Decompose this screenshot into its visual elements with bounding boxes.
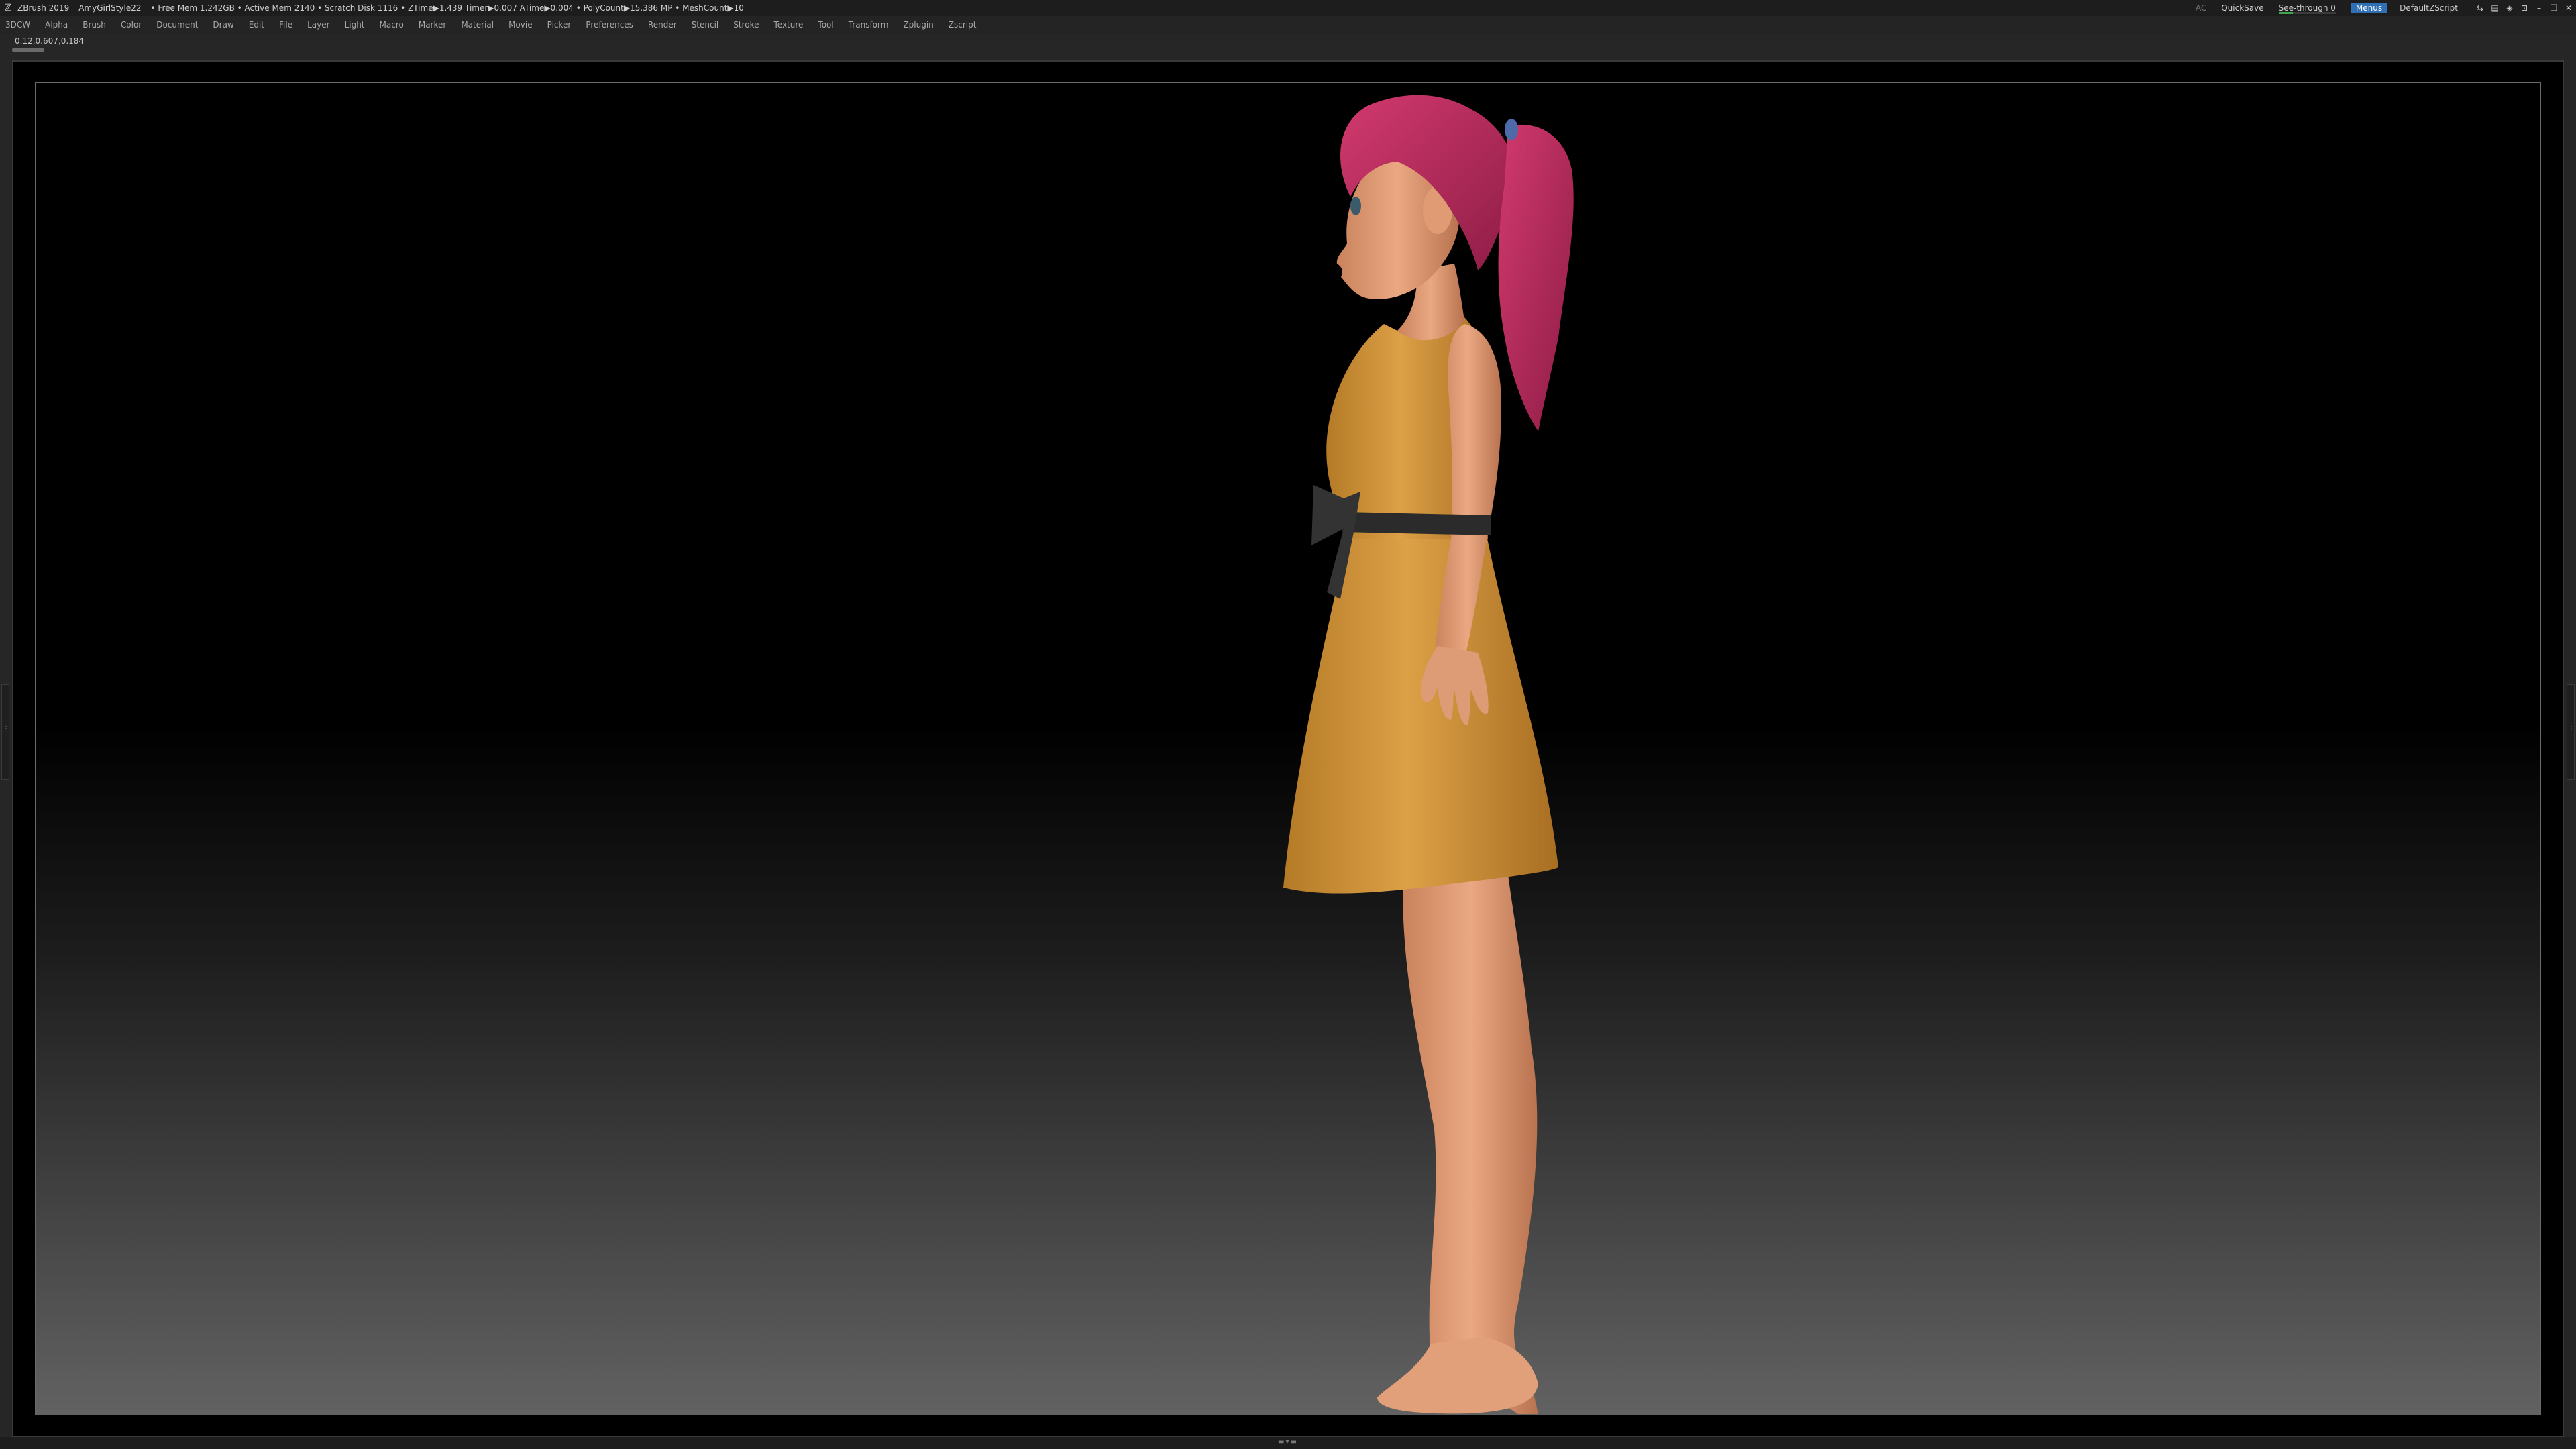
eye: [1350, 197, 1361, 215]
left-tray-handle[interactable]: ⋮: [1, 684, 9, 780]
menu-render[interactable]: Render: [648, 20, 677, 30]
see-through-slider[interactable]: See-through 0: [2278, 3, 2336, 14]
front-leg: [1403, 847, 1538, 1414]
menu-transform[interactable]: Transform: [849, 20, 889, 30]
ac-button[interactable]: AC: [2196, 3, 2206, 13]
menu-macro[interactable]: Macro: [380, 20, 404, 30]
cursor-coordinates: 0.12,0.607,0.184: [15, 36, 85, 46]
dress-skirt: [1283, 525, 1558, 894]
bottom-tray-grip-icon[interactable]: ▬▾▬: [1245, 1439, 1331, 1446]
see-through-fill: [2278, 12, 2293, 14]
title-bar: ℤ ZBrush 2019 AmyGirlStyle22 • Free Mem …: [0, 0, 2576, 16]
title-bar-controls: AC QuickSave See-through 0 Menus Default…: [2196, 0, 2576, 16]
zbrush-logo-icon: ℤ: [4, 3, 12, 13]
see-through-label: See-through 0: [2278, 3, 2336, 13]
right-tray-handle[interactable]: ⋮: [2567, 684, 2575, 780]
menu-tool[interactable]: Tool: [818, 20, 833, 30]
app-name: ZBrush 2019: [17, 3, 70, 13]
menus-toggle-button[interactable]: Menus: [2350, 3, 2388, 13]
menu-alpha[interactable]: Alpha: [45, 20, 68, 30]
viewport-canvas[interactable]: [35, 82, 2541, 1415]
menu-draw[interactable]: Draw: [213, 20, 233, 30]
character-render: [1283, 95, 1574, 1414]
bottom-bar: ▬▾▬: [0, 1437, 2576, 1449]
menu-brush[interactable]: Brush: [83, 20, 106, 30]
quicksave-button[interactable]: QuickSave: [2221, 3, 2263, 13]
menu-light[interactable]: Light: [345, 20, 365, 30]
menu-preferences[interactable]: Preferences: [586, 20, 633, 30]
menu-zplugin[interactable]: Zplugin: [903, 20, 933, 30]
menu-file[interactable]: File: [279, 20, 292, 30]
menu-document[interactable]: Document: [156, 20, 198, 30]
restore-icon[interactable]: ❐: [2546, 3, 2561, 13]
menu-picker[interactable]: Picker: [547, 20, 572, 30]
memory-stats: • Free Mem 1.242GB • Active Mem 2140 • S…: [150, 3, 744, 13]
ponytail: [1498, 124, 1574, 431]
main-menu-bar: 3DCW Alpha Brush Color Document Draw Edit File L…: [0, 16, 2576, 34]
palette-icon[interactable]: ◈: [2502, 3, 2517, 13]
menu-stroke[interactable]: Stroke: [733, 20, 759, 30]
expand-right-icon: ⋮: [2568, 725, 2575, 733]
menu-3dcw[interactable]: 3DCW: [5, 20, 30, 30]
layout-icon[interactable]: ▤: [2487, 3, 2502, 13]
menu-layer[interactable]: Layer: [307, 20, 329, 30]
menu-material[interactable]: Material: [461, 20, 494, 30]
menu-color[interactable]: Color: [121, 20, 142, 30]
menu-movie[interactable]: Movie: [508, 20, 533, 30]
default-zscript-button[interactable]: DefaultZScript: [2400, 3, 2458, 13]
hair-tie: [1505, 119, 1518, 140]
menu-edit[interactable]: Edit: [249, 20, 264, 30]
menu-texture[interactable]: Texture: [773, 20, 803, 30]
menu-marker[interactable]: Marker: [419, 20, 446, 30]
brush-size-slider[interactable]: [12, 48, 44, 52]
menu-stencil[interactable]: Stencil: [692, 20, 719, 30]
document-name: AmyGirlStyle22: [78, 3, 142, 13]
lock-icon[interactable]: ⊡: [2517, 3, 2532, 13]
belt: [1342, 512, 1491, 535]
swap-icon[interactable]: ⇆: [2473, 3, 2487, 13]
close-icon[interactable]: ✕: [2561, 3, 2576, 13]
minimize-icon[interactable]: –: [2532, 3, 2546, 13]
expand-left-icon: ⋮: [3, 725, 9, 733]
menu-zscript[interactable]: Zscript: [949, 20, 977, 30]
zbrush-window: ℤ ZBrush 2019 AmyGirlStyle22 • Free Mem …: [0, 0, 2576, 1449]
info-row: 0.12,0.607,0.184: [0, 34, 2576, 52]
